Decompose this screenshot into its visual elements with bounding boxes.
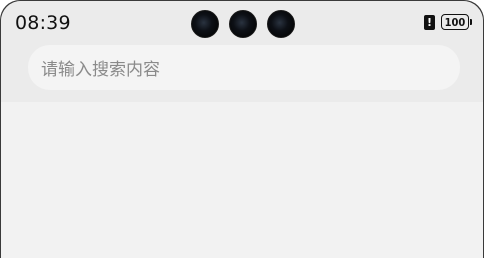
header-area: 08:39 ! 100 请输入搜索内容 xyxy=(1,1,483,102)
search-placeholder: 请输入搜索内容 xyxy=(41,60,160,80)
alert-icon: ! xyxy=(424,14,435,30)
camera-lens-icon xyxy=(229,10,257,38)
device-frame: 08:39 ! 100 请输入搜索内容 xyxy=(0,0,484,258)
battery-icon: 100 xyxy=(441,14,472,30)
camera-lens-icon xyxy=(191,10,219,38)
status-bar: 08:39 ! 100 xyxy=(1,1,483,45)
content-area xyxy=(1,102,483,258)
search-input[interactable]: 请输入搜索内容 xyxy=(28,45,460,90)
status-icons: ! 100 xyxy=(424,14,472,30)
camera-lens-icon xyxy=(267,10,295,38)
app-screen: 08:39 ! 100 请输入搜索内容 xyxy=(1,1,483,258)
status-time: 08:39 xyxy=(15,12,71,34)
battery-level: 100 xyxy=(444,15,466,29)
camera-cutout xyxy=(191,10,295,38)
